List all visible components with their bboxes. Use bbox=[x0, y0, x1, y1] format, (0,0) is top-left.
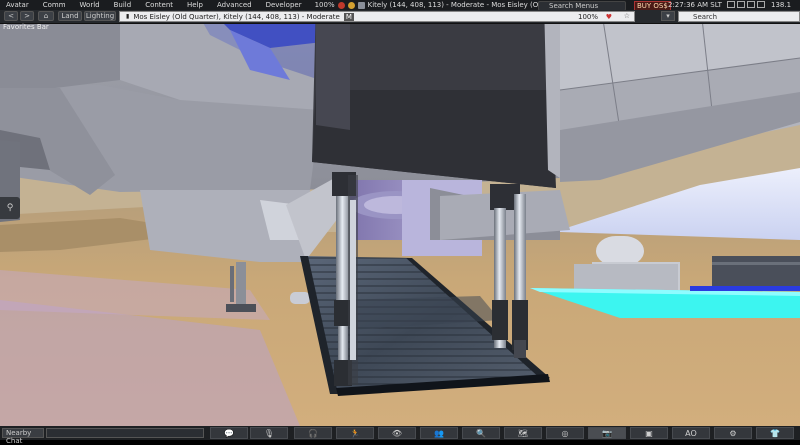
menu-build[interactable]: Build bbox=[107, 0, 139, 10]
history-dropdown[interactable]: ▾ bbox=[661, 11, 675, 21]
menu-content[interactable]: Content bbox=[138, 0, 180, 10]
map-button[interactable]: 🗺 bbox=[504, 427, 542, 439]
move-button[interactable]: 🏃 bbox=[336, 427, 374, 439]
address-text: Mos Eisley (Old Quarter), Kitely (144, 4… bbox=[133, 12, 340, 21]
avatar-status-icon[interactable] bbox=[347, 1, 355, 9]
ao-button[interactable]: AO bbox=[672, 427, 710, 439]
address-zoom: 100% bbox=[577, 13, 598, 21]
speak-button[interactable]: 💬 bbox=[210, 427, 248, 439]
appearance-button[interactable]: ⚙ bbox=[714, 427, 752, 439]
land-button[interactable]: Land bbox=[58, 11, 82, 21]
inventory-icon: ▣ bbox=[645, 429, 653, 438]
move-icon: 🏃 bbox=[350, 429, 360, 438]
person-icon[interactable] bbox=[357, 1, 365, 9]
search-placeholder: Search bbox=[693, 12, 718, 21]
voice-button[interactable]: 🎙 bbox=[250, 427, 288, 439]
snapshot-button[interactable]: 📷 bbox=[588, 427, 626, 439]
outfit-icon: 👕 bbox=[770, 429, 780, 438]
inventory-button[interactable]: ▣ bbox=[630, 427, 668, 439]
status-area: 100% Kitely (144, 408, 113) - Moderate -… bbox=[309, 0, 577, 10]
menu-avatar[interactable]: Avatar bbox=[0, 0, 36, 10]
system-icons bbox=[727, 1, 767, 8]
minimap-icon: ◎ bbox=[561, 429, 569, 438]
fps-readout: 138.1 bbox=[771, 1, 792, 9]
favorite-star-icon[interactable]: ☆ bbox=[624, 12, 630, 20]
speak-icon: 💬 bbox=[224, 429, 234, 438]
view-button[interactable]: 👁 bbox=[378, 427, 416, 439]
main-menus: Avatar Comm World Build Content Help Adv… bbox=[0, 0, 309, 10]
view-icon: 👁 bbox=[391, 429, 403, 438]
chat-input[interactable] bbox=[46, 428, 204, 438]
mail-icon[interactable] bbox=[727, 1, 735, 8]
search-icon: 🔍 bbox=[476, 429, 486, 438]
location-address-field[interactable]: ▮ Mos Eisley (Old Quarter), Kitely (144,… bbox=[119, 11, 635, 22]
minimap-button[interactable]: ◎ bbox=[546, 427, 584, 439]
menu-help[interactable]: Help bbox=[180, 0, 210, 10]
appearance-icon: ⚙ bbox=[729, 429, 737, 438]
people-button[interactable]: 👥 bbox=[420, 427, 458, 439]
volume-percent[interactable]: 100% bbox=[315, 1, 335, 9]
people-icon: 👥 bbox=[434, 429, 444, 438]
search-menus-placeholder: Search Menus bbox=[549, 2, 599, 10]
window-icon[interactable] bbox=[737, 1, 745, 8]
maturity-badge: M bbox=[343, 12, 354, 21]
forward-button[interactable]: > bbox=[20, 11, 34, 21]
ao-label: AO bbox=[685, 429, 697, 438]
location-pin-icon: ▮ bbox=[126, 13, 130, 20]
menu-comm[interactable]: Comm bbox=[36, 0, 73, 10]
snapshot-icon: 📷 bbox=[602, 429, 612, 438]
menu-developer[interactable]: Developer bbox=[259, 0, 309, 10]
viewport-scene bbox=[0, 0, 800, 440]
outfit-button[interactable]: 👕 bbox=[756, 427, 794, 439]
home-button[interactable]: ⌂ bbox=[38, 11, 54, 21]
lighting-button[interactable]: Lighting bbox=[84, 11, 116, 21]
search-input[interactable]: Search bbox=[678, 11, 800, 22]
health-icon: ♥ bbox=[605, 13, 612, 21]
navigation-bar: < > ⌂ Land Lighting ▮ Mos Eisley (Old Qu… bbox=[0, 10, 800, 24]
bottom-toolbar: Nearby Chat 💬 🎙 🎧 🏃 👁 👥 🔍 🗺 ◎ 📷 ▣ AO ⚙ 👕 bbox=[0, 426, 800, 445]
menu-advanced[interactable]: Advanced bbox=[210, 0, 259, 10]
nearby-chat-button[interactable]: Nearby Chat bbox=[2, 428, 44, 445]
headphones-button[interactable]: 🎧 bbox=[294, 427, 332, 439]
location-pin-button[interactable]: ⚲ bbox=[0, 197, 20, 219]
map-icon: 🗺 bbox=[517, 429, 529, 438]
map-pin-icon: ⚲ bbox=[6, 203, 14, 213]
clock: 2:27:36 AM SLT bbox=[668, 1, 722, 9]
favorites-bar[interactable]: Favorites Bar bbox=[3, 23, 49, 32]
menu-world[interactable]: World bbox=[73, 0, 107, 10]
speaker-icon[interactable] bbox=[757, 1, 765, 8]
heart-icon[interactable] bbox=[337, 1, 345, 9]
headphones-icon: 🎧 bbox=[308, 429, 318, 438]
back-button[interactable]: < bbox=[4, 11, 18, 21]
search-button[interactable]: 🔍 bbox=[462, 427, 500, 439]
media-icon[interactable] bbox=[747, 1, 755, 8]
voice-icon: 🎙 bbox=[263, 429, 275, 438]
